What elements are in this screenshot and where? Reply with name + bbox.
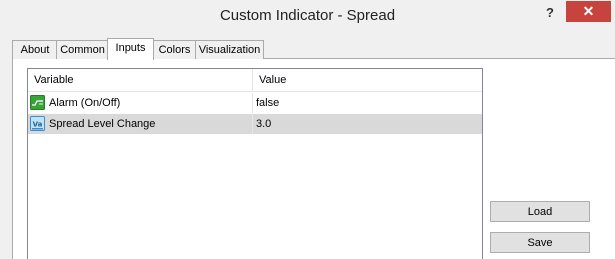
tab-visualization[interactable]: Visualization	[195, 40, 264, 59]
load-button[interactable]: Load	[490, 201, 590, 222]
window-title: Custom Indicator - Spread	[219, 7, 396, 24]
help-button[interactable]: ?	[543, 3, 557, 23]
table-row[interactable]: Va Spread Level Change 3.0	[28, 114, 482, 134]
column-divider[interactable]	[252, 69, 253, 91]
variable-name: Alarm (On/Off)	[49, 97, 121, 109]
variable-name: Spread Level Change	[49, 118, 156, 130]
tab-inputs[interactable]: Inputs	[107, 38, 154, 60]
table-row[interactable]: Alarm (On/Off) false	[28, 93, 482, 113]
title-bar[interactable]: Custom Indicator - Spread ? ✕	[0, 0, 615, 31]
tab-common[interactable]: Common	[56, 40, 109, 59]
grid-header: Variable Value	[28, 69, 482, 92]
column-header-value[interactable]: Value	[259, 69, 286, 91]
numeric-value-icon: Va	[30, 116, 45, 131]
value-field[interactable]: 3.0	[256, 114, 271, 134]
save-button[interactable]: Save	[490, 232, 590, 253]
value-field[interactable]: false	[256, 93, 279, 113]
close-button[interactable]: ✕	[566, 1, 611, 22]
tab-about[interactable]: About	[12, 40, 58, 59]
svg-text:Va: Va	[33, 121, 43, 129]
column-header-variable[interactable]: Variable	[34, 69, 74, 91]
tab-colors[interactable]: Colors	[152, 40, 197, 59]
inputs-grid[interactable]: Variable Value Alarm (On/Off) false Va S…	[27, 68, 483, 259]
boolean-toggle-icon	[30, 95, 45, 110]
dialog-window: Custom Indicator - Spread ? ✕ About Comm…	[0, 0, 615, 259]
